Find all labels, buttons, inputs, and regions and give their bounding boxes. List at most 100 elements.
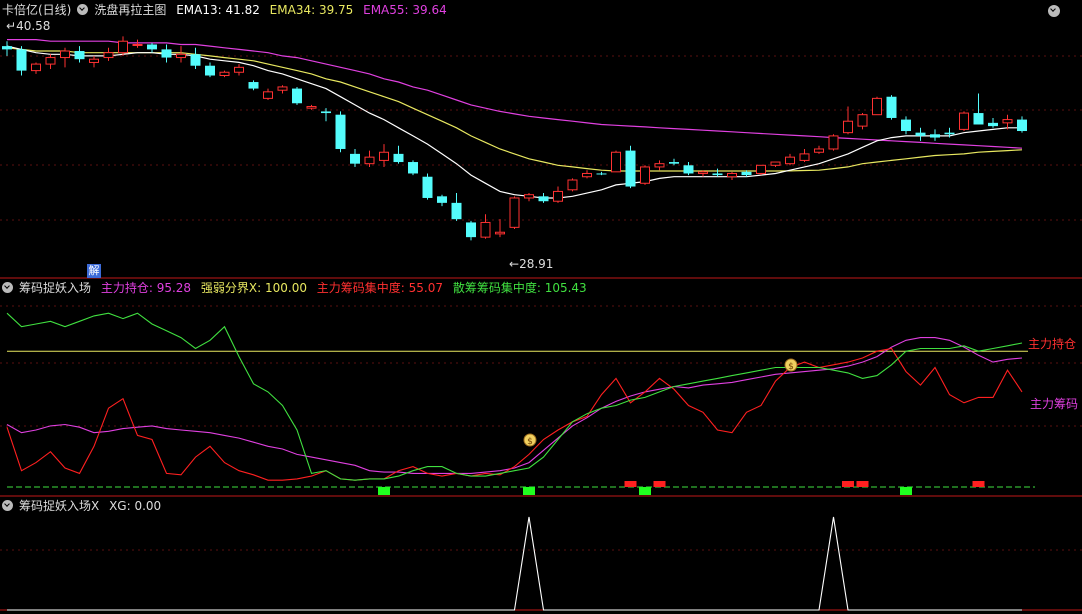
candle-up <box>495 231 505 235</box>
money-bag-icon-glyph: $ <box>527 437 533 447</box>
candle-down <box>161 49 172 58</box>
candle-up <box>640 166 650 184</box>
zhuli-chicang-line <box>6 337 1023 474</box>
candle-down <box>596 173 607 175</box>
candle-down <box>741 171 752 176</box>
ema34-line <box>6 47 1023 172</box>
candle-down <box>190 54 201 66</box>
candle-down <box>422 176 433 198</box>
candle-up <box>828 135 839 150</box>
stock-chart: $$ <box>0 36 1082 611</box>
candle-up <box>799 153 810 161</box>
candle-down <box>321 111 331 114</box>
candle-down <box>466 222 476 238</box>
candle-up <box>698 171 708 174</box>
candle-up <box>219 71 230 77</box>
candle-up <box>770 161 781 166</box>
candle-up <box>118 40 128 54</box>
signal-bar <box>639 487 651 495</box>
candle-down <box>973 113 984 125</box>
candle-up <box>277 86 288 91</box>
candle-down <box>408 162 418 174</box>
dropdown-icon[interactable] <box>2 500 13 511</box>
candle-down <box>930 134 940 138</box>
zhuli-jizhong-line <box>6 347 1023 481</box>
money-bag-icon-glyph: $ <box>788 362 794 372</box>
jie-marker[interactable]: 解 <box>87 264 101 278</box>
candle-down <box>248 82 259 89</box>
candle-up <box>553 190 563 202</box>
candle-up <box>31 63 41 72</box>
candle-up <box>1002 119 1013 124</box>
signal-bar <box>856 481 869 487</box>
ema13-value: EMA13: 41.82 <box>176 3 260 17</box>
candle-up <box>843 120 853 134</box>
signal-bar <box>900 487 912 495</box>
candle-down <box>16 49 27 71</box>
candle-down <box>393 153 404 163</box>
signal-bar <box>972 481 985 487</box>
bottom-panel-header: 筹码捉妖入场X XG: 0.00 <box>2 497 167 515</box>
candle-down <box>625 150 636 187</box>
main-panel-header: 卡倍亿(日线) 洗盘再拉主图 EMA13: 41.82 EMA34: 39.75 … <box>2 1 453 19</box>
mid-panel-header: 筹码捉妖入场 主力持仓: 95.28 强弱分界X: 100.00 主力筹码集中度… <box>2 279 593 297</box>
candle-up <box>89 58 99 63</box>
candle-down <box>915 132 926 136</box>
ema55-line <box>7 38 1023 149</box>
candle-down <box>292 88 302 104</box>
candle-down <box>147 44 157 50</box>
candle-up <box>582 172 592 178</box>
candle-up <box>60 50 70 59</box>
candle-down <box>2 46 12 50</box>
candle-up <box>234 66 244 73</box>
candle-up <box>785 156 795 165</box>
candle-up <box>306 106 317 109</box>
candle-down <box>437 196 447 203</box>
candle-up <box>814 148 824 153</box>
candle-up <box>857 114 868 127</box>
right-label-zhuli-chicang: 主力持仓 <box>1028 337 1077 351</box>
candle-down <box>886 96 897 118</box>
candle-up <box>45 57 56 65</box>
mid-indicator-name[interactable]: 筹码捉妖入场 <box>19 281 91 295</box>
zhuli-jizhong-value: 主力筹码集中度: 55.07 <box>316 281 444 295</box>
candle-up <box>509 197 520 228</box>
candle-up <box>103 52 114 59</box>
panel-menu-icon[interactable] <box>1048 5 1060 17</box>
candle-down <box>683 165 694 174</box>
candle-down <box>74 51 85 60</box>
qiangruo-value: 强弱分界X: 100.00 <box>200 281 307 295</box>
ema55-value: EMA55: 39.64 <box>363 3 447 17</box>
candle-up <box>959 112 969 130</box>
candle-down <box>988 122 998 127</box>
low-price-label: ←28.91 <box>509 257 554 271</box>
dropdown-icon[interactable] <box>77 4 89 15</box>
candle-up <box>480 221 491 238</box>
bottom-indicator-name[interactable]: 筹码捉妖入场X <box>19 499 99 513</box>
sanchou-jizhong-value: 散筹筹码集中度: 105.43 <box>452 281 587 295</box>
candle-down <box>538 196 549 202</box>
signal-bar <box>624 481 637 487</box>
ema34-value: EMA34: 39.75 <box>269 3 354 17</box>
candle-down <box>669 162 679 164</box>
stock-title[interactable]: 卡倍亿(日线) <box>2 3 71 17</box>
right-label-zhuli-chouma: 主力筹码 <box>1030 397 1079 411</box>
candle-up <box>727 172 737 178</box>
candle-up <box>132 43 143 46</box>
indicator-name[interactable]: 洗盘再拉主图 <box>94 3 166 17</box>
signal-bar <box>523 487 535 495</box>
dropdown-icon[interactable] <box>2 282 13 293</box>
candle-down <box>1017 119 1027 132</box>
candle-up <box>756 164 766 174</box>
zhuli-chicang-value: 主力持仓: 95.28 <box>100 281 192 295</box>
candle-up <box>524 194 534 199</box>
candle-up <box>872 97 882 116</box>
signal-bar <box>653 481 666 487</box>
high-price-label: ↵40.58 <box>6 19 51 33</box>
candle-up <box>611 151 621 173</box>
candle-up <box>654 163 665 168</box>
candle-down <box>350 153 360 164</box>
candle-up <box>567 179 578 191</box>
candle-up <box>263 91 273 99</box>
candle-down <box>451 202 462 220</box>
